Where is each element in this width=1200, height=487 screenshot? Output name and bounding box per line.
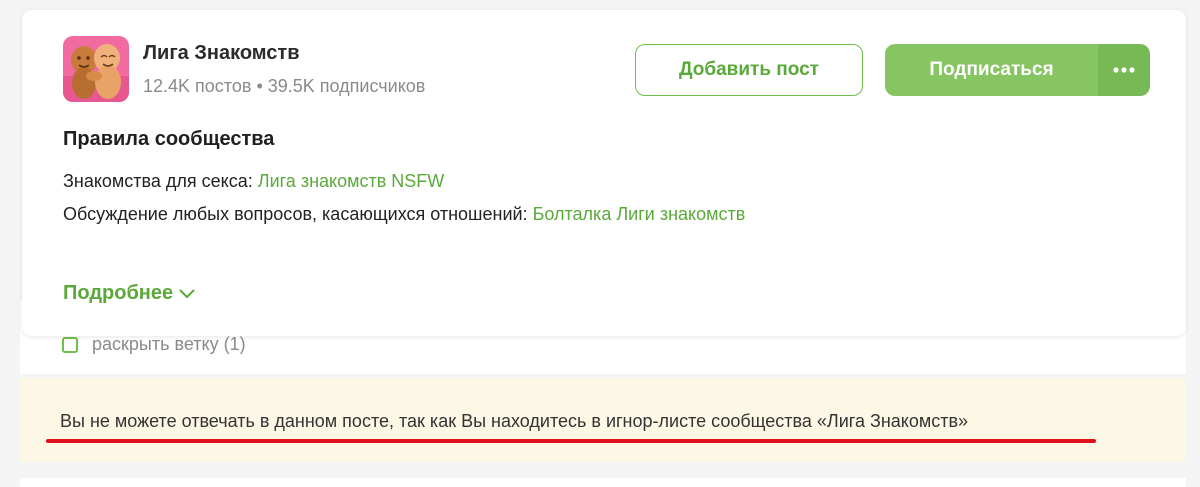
rule-text: Обсуждение любых вопросов, касающихся от… xyxy=(63,204,533,224)
notice-text: Вы не можете отвечать в данном посте, та… xyxy=(60,411,969,431)
community-title[interactable]: Лига Знакомств xyxy=(143,42,300,65)
add-post-button[interactable]: Добавить пост xyxy=(635,44,863,96)
stats-separator: • xyxy=(256,76,263,96)
rule-link-nsfw[interactable]: Лига знакомств NSFW xyxy=(258,171,445,191)
page: раскрыть ветку (1) Вы не можете отвечать… xyxy=(0,0,1200,487)
expand-icon xyxy=(62,336,78,353)
chevron-down-icon xyxy=(179,289,195,298)
more-options-button[interactable] xyxy=(1098,44,1150,96)
show-more-button[interactable]: Подробнее xyxy=(63,282,195,305)
avatar-image xyxy=(63,36,129,102)
rules-title: Правила сообщества xyxy=(63,128,275,150)
rule-text: Знакомства для секса: xyxy=(63,171,258,191)
expand-thread-label: раскрыть ветку (1) xyxy=(92,334,246,354)
rule-link-chat[interactable]: Болталка Лиги знакомств xyxy=(533,204,746,224)
more-dots-icon xyxy=(1113,67,1135,73)
subscribers-count: 39.5K подписчиков xyxy=(267,76,426,96)
subscribe-button-group: Подписаться xyxy=(885,44,1150,96)
ignore-list-notice: Вы не можете отвечать в данном посте, та… xyxy=(20,378,1186,462)
rule-line: Обсуждение любых вопросов, касающихся от… xyxy=(63,204,745,225)
red-underline-annotation xyxy=(46,439,1096,443)
bottom-panel xyxy=(20,478,1186,487)
subscribe-button[interactable]: Подписаться xyxy=(885,44,1098,96)
posts-count: 12.4K постов xyxy=(143,76,252,96)
community-card: Лига Знакомств 12.4K постов • 39.5K подп… xyxy=(22,10,1186,336)
expand-thread-button[interactable]: раскрыть ветку (1) xyxy=(62,334,246,355)
show-more-label: Подробнее xyxy=(63,282,174,304)
community-avatar[interactable] xyxy=(63,36,129,102)
rule-line: Знакомства для секса: Лига знакомств NSF… xyxy=(63,171,444,192)
community-stats: 12.4K постов • 39.5K подписчиков xyxy=(143,76,425,97)
